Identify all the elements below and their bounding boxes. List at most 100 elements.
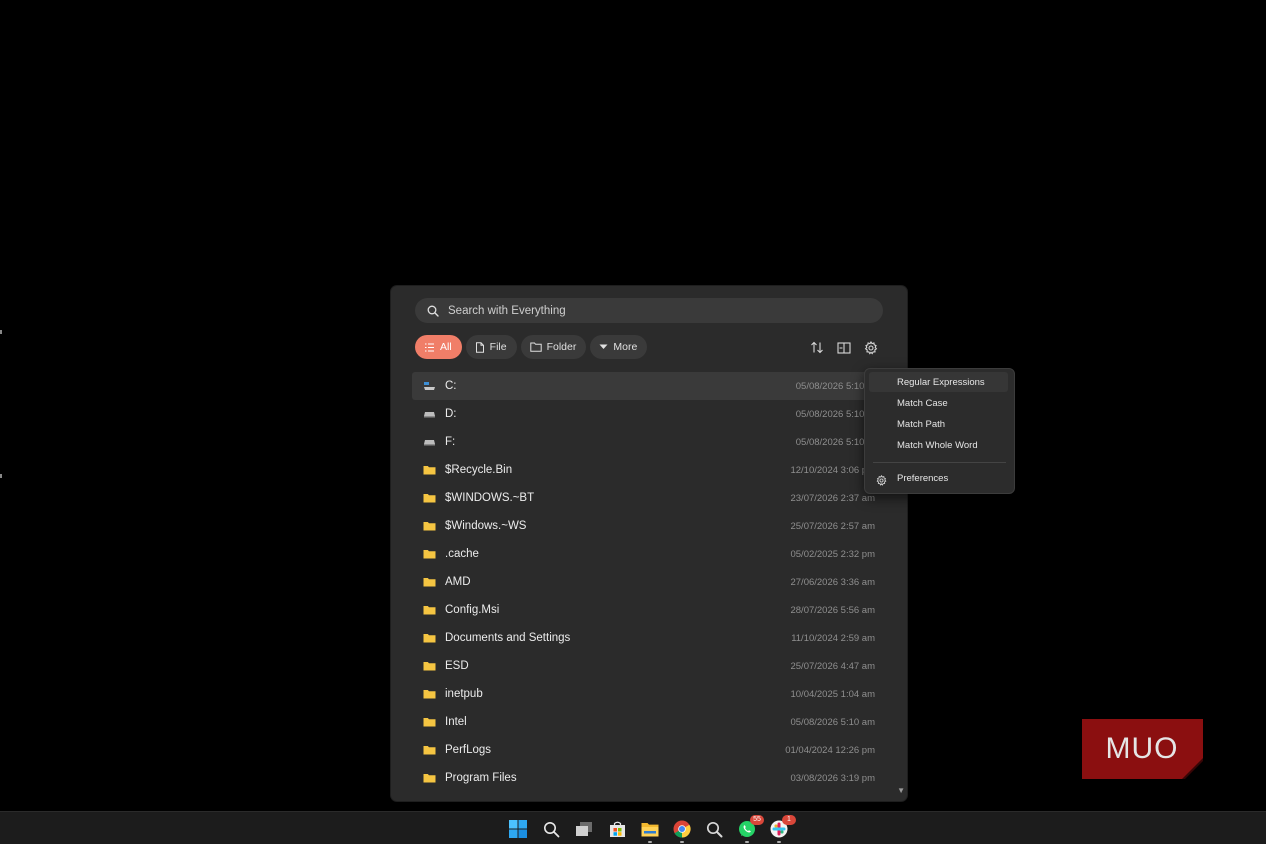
result-row[interactable]: Intel 05/08/2026 5:10 am: [412, 708, 886, 736]
filter-bar: All File Folder More: [415, 335, 648, 359]
filter-folder-button[interactable]: Folder: [520, 335, 587, 359]
store-icon: [609, 821, 625, 837]
running-indicator: [648, 841, 652, 843]
muo-logo: MUO: [1082, 719, 1203, 779]
file-explorer-button[interactable]: [640, 819, 660, 843]
result-date: 05/02/2025 2:32 pm: [790, 548, 875, 560]
menu-item-preferences[interactable]: Preferences: [897, 473, 948, 484]
start-button[interactable]: [508, 819, 528, 839]
search-input[interactable]: [446, 299, 883, 322]
taskbar: 55 1: [0, 811, 1266, 844]
running-indicator: [680, 841, 684, 843]
chrome-button[interactable]: [672, 819, 692, 843]
result-date: 28/07/2026 5:56 am: [790, 604, 875, 616]
notification-badge: 1: [782, 815, 796, 825]
desktop-edge-mark: [0, 330, 2, 334]
running-indicator: [777, 841, 781, 843]
result-name: inetpub: [445, 688, 483, 700]
folder-icon: [422, 603, 436, 617]
result-row[interactable]: $Recycle.Bin 12/10/2024 3:06 p...: [412, 456, 886, 484]
drive-icon: [422, 407, 436, 421]
result-row[interactable]: Program Files 03/08/2026 3:19 pm: [412, 764, 886, 792]
preview-pane-icon: [836, 341, 851, 354]
result-name: Intel: [445, 716, 467, 728]
result-name: $WINDOWS.~BT: [445, 492, 535, 504]
folder-icon: [422, 575, 436, 589]
result-row[interactable]: $Windows.~WS 25/07/2026 2:57 am: [412, 512, 886, 540]
filter-more-button[interactable]: More: [590, 335, 648, 359]
folder-outline-icon: [529, 342, 542, 352]
whatsapp-button[interactable]: 55: [737, 815, 764, 843]
desktop-edge-mark: [0, 474, 2, 478]
result-row[interactable]: .cache 05/02/2025 2:32 pm: [412, 540, 886, 568]
everything-app-button[interactable]: [704, 819, 724, 839]
filter-all-label: All: [440, 341, 452, 353]
slack-button[interactable]: 1: [769, 815, 796, 843]
file-icon: [475, 341, 484, 353]
folder-icon: [422, 631, 436, 645]
menu-item-label: Regular Expressions: [897, 377, 985, 388]
result-row[interactable]: Config.Msi 28/07/2026 5:56 am: [412, 596, 886, 624]
folder-icon: [422, 687, 436, 701]
result-date: 25/07/2026 2:57 am: [790, 520, 875, 532]
menu-item-match-whole-word[interactable]: Match Whole Word: [897, 440, 978, 451]
scroll-down-arrow[interactable]: ▼: [897, 786, 905, 795]
settings-dropdown-menu: Regular Expressions Match Case Match Pat…: [864, 368, 1015, 494]
notification-badge: 55: [750, 815, 764, 825]
list-icon: [425, 342, 434, 352]
task-view-button[interactable]: [574, 819, 594, 839]
result-date: 23/07/2026 2:37 am: [790, 492, 875, 504]
taskbar-search-button[interactable]: [541, 819, 561, 839]
file-explorer-icon: [641, 822, 659, 836]
menu-item-match-case[interactable]: Match Case: [897, 398, 948, 409]
store-app-button[interactable]: [607, 819, 627, 839]
gear-icon: [864, 340, 877, 355]
preview-pane-button[interactable]: [835, 339, 852, 356]
search-icon: [543, 821, 559, 837]
result-name: Config.Msi: [445, 604, 500, 616]
result-row[interactable]: $WINDOWS.~BT 23/07/2026 2:37 am: [412, 484, 886, 512]
result-name: Program Files: [445, 772, 517, 784]
magnifier-icon: [706, 821, 722, 837]
filter-all-button[interactable]: All: [415, 335, 462, 359]
menu-item-regular-expressions[interactable]: Regular Expressions: [869, 372, 1008, 392]
result-name: $Recycle.Bin: [445, 464, 513, 476]
result-row[interactable]: PerfLogs 01/04/2024 12:26 pm: [412, 736, 886, 764]
folder-icon: [422, 659, 436, 673]
folder-icon: [422, 771, 436, 785]
result-row[interactable]: F: 05/08/2026 5:10 ...: [412, 428, 886, 456]
chrome-icon: [673, 820, 691, 838]
folder-icon: [422, 463, 436, 477]
folder-icon: [422, 519, 436, 533]
folder-icon: [422, 547, 436, 561]
result-date: 01/04/2024 12:26 pm: [785, 744, 875, 756]
result-row[interactable]: ESD 25/07/2026 4:47 am: [412, 652, 886, 680]
settings-button[interactable]: [862, 339, 879, 356]
result-date: 05/08/2026 5:10 am: [790, 716, 875, 728]
result-row[interactable]: C: 05/08/2026 5:10 ...: [412, 372, 886, 400]
result-date: 27/06/2026 3:36 am: [790, 576, 875, 588]
folder-icon: [422, 743, 436, 757]
caret-down-icon: [599, 344, 608, 349]
result-row[interactable]: Documents and Settings 11/10/2024 2:59 a…: [412, 624, 886, 652]
result-row[interactable]: D: 05/08/2026 5:10 ...: [412, 400, 886, 428]
running-indicator: [745, 841, 749, 843]
system-drive-icon: [422, 379, 436, 393]
results-list: C: 05/08/2026 5:10 ... D: 05/08/2026 5:1…: [412, 372, 886, 792]
sort-button[interactable]: [808, 339, 825, 356]
filter-more-label: More: [613, 341, 638, 353]
menu-item-match-path[interactable]: Match Path: [897, 419, 945, 430]
filter-file-button[interactable]: File: [465, 335, 517, 359]
result-date: 03/08/2026 3:19 pm: [790, 772, 875, 784]
desktop: All File Folder More: [0, 0, 1266, 844]
result-name: ESD: [445, 660, 469, 672]
gear-icon: [876, 473, 887, 491]
result-row[interactable]: inetpub 10/04/2025 1:04 am: [412, 680, 886, 708]
result-name: PerfLogs: [445, 744, 492, 756]
logo-text: MUO: [1106, 732, 1179, 765]
search-bar[interactable]: [415, 298, 883, 323]
result-name: D:: [445, 408, 457, 420]
filter-file-label: File: [489, 341, 507, 353]
folder-icon: [422, 715, 436, 729]
result-row[interactable]: AMD 27/06/2026 3:36 am: [412, 568, 886, 596]
